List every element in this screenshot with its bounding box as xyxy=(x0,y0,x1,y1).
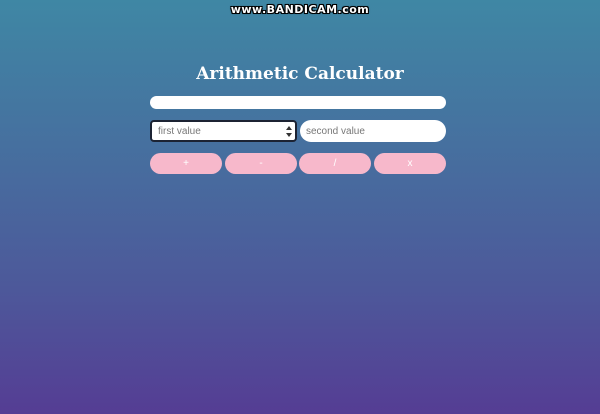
subtract-button[interactable]: - xyxy=(225,153,297,174)
add-button[interactable]: + xyxy=(150,153,222,174)
bandicam-watermark: www.BANDICAM.com xyxy=(230,3,370,16)
number-spinner-icon[interactable] xyxy=(285,126,292,137)
second-value-input[interactable]: second value xyxy=(300,120,446,142)
first-value-input[interactable]: first value xyxy=(150,120,297,142)
page-title: Arithmetic Calculator xyxy=(196,64,404,84)
second-value-placeholder: second value xyxy=(306,125,365,137)
input-row: first value second value xyxy=(150,120,446,142)
result-field[interactable] xyxy=(150,96,446,109)
spinner-down-icon[interactable] xyxy=(285,133,292,137)
divide-button[interactable]: / xyxy=(299,153,371,174)
operation-buttons: + - / x xyxy=(150,153,446,174)
spinner-up-icon[interactable] xyxy=(285,126,292,130)
first-value-placeholder: first value xyxy=(158,125,201,137)
multiply-button[interactable]: x xyxy=(374,153,446,174)
